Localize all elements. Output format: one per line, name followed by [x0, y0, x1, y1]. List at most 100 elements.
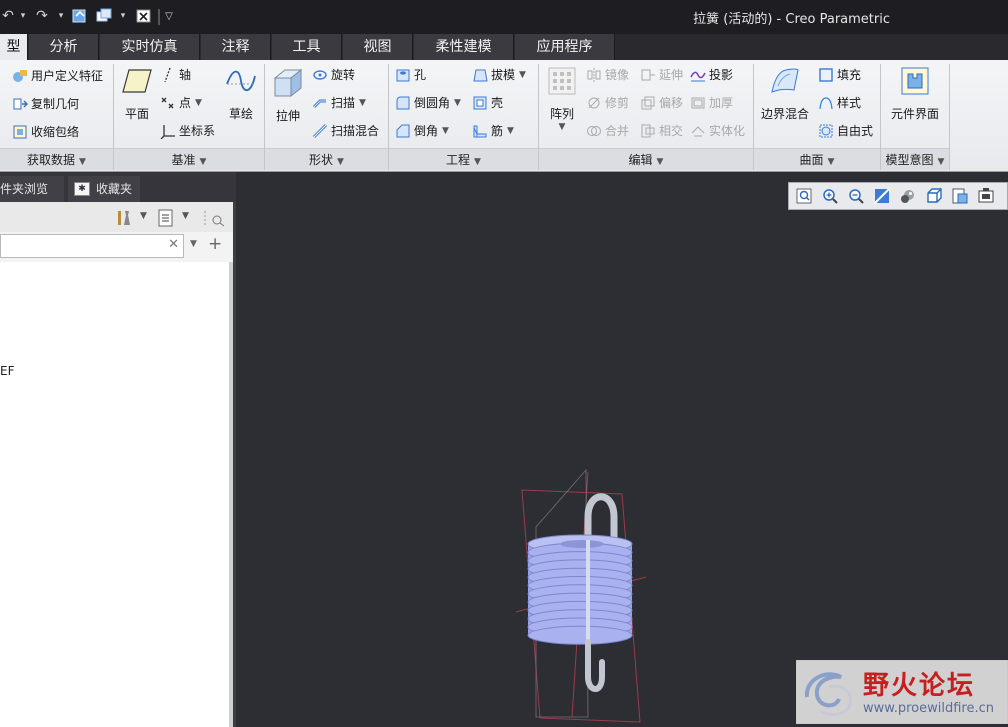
tab-analysis[interactable]: 分析 — [29, 34, 99, 60]
chevron-down-icon: ▼ — [79, 157, 86, 167]
tab-tools[interactable]: 工具 — [272, 34, 342, 60]
tree-item-label[interactable]: EF — [0, 364, 14, 378]
engineering-group-label: 工程 — [446, 153, 471, 167]
navigator-search-input[interactable]: ✕ — [0, 234, 184, 258]
windows-icon[interactable] — [94, 6, 114, 26]
sketch-button[interactable]: 草绘 — [222, 66, 260, 122]
tab-annotate[interactable]: 注释 — [201, 34, 271, 60]
tab-live-simulation[interactable]: 实时仿真 — [100, 34, 200, 60]
swept-blend-icon — [312, 123, 328, 138]
perspective-view-icon[interactable] — [975, 185, 997, 207]
merge-button[interactable]: 合并 — [586, 122, 629, 139]
display-style-icon[interactable] — [897, 185, 919, 207]
sweep-button[interactable]: 扫描 ▼ — [312, 94, 366, 111]
fill-label: 填充 — [837, 68, 862, 82]
datum-plane-button[interactable]: 平面 — [118, 66, 156, 122]
style-button[interactable]: 样式 — [818, 94, 861, 111]
component-interface-button[interactable]: 元件界面 — [884, 66, 946, 122]
component-interface-label: 元件界面 — [890, 107, 939, 121]
boundary-blend-button[interactable]: 边界混合 — [758, 66, 812, 122]
tab-model[interactable]: 型 — [0, 34, 28, 60]
hole-button[interactable]: 孔 — [395, 66, 426, 83]
surfaces-group-footer[interactable]: 曲面 ▼ — [754, 148, 880, 170]
datum-axis-button[interactable]: 轴 — [160, 66, 191, 83]
chevron-down-icon[interactable]: ▼ — [140, 211, 147, 221]
refit-icon[interactable] — [793, 185, 815, 207]
redo-dropdown-icon[interactable]: ▾ — [56, 6, 66, 26]
forum-url: www.proewildfire.cn — [863, 701, 994, 716]
zoom-out-icon[interactable] — [845, 185, 867, 207]
shapes-group-footer[interactable]: 形状 ▼ — [265, 148, 388, 170]
swept-blend-button[interactable]: 扫描混合 — [312, 122, 379, 139]
show-list-icon[interactable] — [158, 209, 174, 230]
clear-search-icon[interactable]: ✕ — [168, 237, 179, 252]
sweep-icon — [312, 99, 326, 108]
redo-icon[interactable]: ↷ — [34, 6, 50, 26]
extrude-button[interactable]: 拉伸 — [268, 66, 308, 124]
saved-orientations-icon[interactable] — [923, 185, 945, 207]
datum-csys-button[interactable]: 坐标系 — [160, 122, 215, 139]
shrinkwrap-button[interactable]: 收缩包络 — [12, 123, 79, 140]
extrude-icon — [273, 68, 303, 98]
rib-button[interactable]: 筋 ▼ — [472, 122, 514, 139]
project-button[interactable]: 投影 — [690, 66, 733, 83]
regenerate-icon[interactable] — [70, 6, 90, 26]
get-data-group-footer[interactable]: 获取数据 ▼ — [0, 148, 113, 170]
copy-geometry-button[interactable]: 复制几何 — [12, 95, 79, 112]
pattern-button[interactable]: 阵列 ▼ — [544, 66, 580, 132]
tab-folder-browser[interactable]: 件夹浏览器 — [0, 176, 64, 222]
windows-dropdown-icon[interactable]: ▾ — [118, 6, 128, 26]
close-window-icon[interactable] — [134, 6, 154, 26]
mirror-button[interactable]: 镜像 — [586, 66, 629, 83]
tab-view[interactable]: 视图 — [343, 34, 413, 60]
engineering-group-footer[interactable]: 工程 ▼ — [389, 148, 538, 170]
offset-button[interactable]: 偏移 — [640, 94, 683, 111]
shell-button[interactable]: 壳 — [472, 94, 503, 111]
search-dropdown-icon[interactable]: ▼ — [190, 239, 197, 249]
freestyle-button[interactable]: 自由式 — [818, 122, 873, 139]
fill-button[interactable]: 填充 — [818, 66, 861, 83]
datum-point-button[interactable]: 点 ▼ — [160, 94, 202, 111]
folder-tree[interactable]: EF — [0, 262, 229, 727]
title-bar: ↶ ▾ ↷ ▾ ▾ ▽ 拉簧 (活动的) - Creo Parametric — [0, 0, 1008, 34]
undo-icon[interactable]: ↶ — [0, 6, 16, 26]
view-manager-icon[interactable] — [949, 185, 971, 207]
draft-button[interactable]: 拔模 ▼ — [472, 66, 526, 83]
round-button[interactable]: 倒圆角 ▼ — [395, 94, 461, 111]
solidify-label: 实体化 — [709, 124, 746, 138]
spring-coil — [527, 625, 633, 645]
axis-icon — [164, 67, 171, 82]
window-title: 拉簧 (活动的) - Creo Parametric — [693, 12, 890, 27]
tab-applications[interactable]: 应用程序 — [515, 34, 615, 60]
trim-icon — [588, 97, 600, 108]
thicken-button[interactable]: 加厚 — [690, 94, 733, 111]
datum-group-footer[interactable]: 基准 ▼ — [114, 148, 264, 170]
forum-title: 野火论坛 — [863, 671, 976, 701]
tab-flexible-modeling[interactable]: 柔性建模 — [414, 34, 514, 60]
chamfer-button[interactable]: 倒角 ▼ — [395, 122, 449, 139]
chevron-down-icon[interactable]: ▼ — [182, 211, 189, 221]
navigator-panel: 件夹浏览器 收藏夹 ✱ ▼ ▼ ✕ ▼ + EF — [0, 172, 236, 727]
undo-dropdown-icon[interactable]: ▾ — [18, 6, 28, 26]
zoom-in-icon[interactable] — [819, 185, 841, 207]
revolve-button[interactable]: 旋转 — [312, 66, 355, 83]
freestyle-label: 自由式 — [837, 124, 874, 138]
settings-tools-icon[interactable] — [115, 209, 133, 230]
editing-group-footer[interactable]: 编辑 ▼ — [539, 148, 753, 170]
shrinkwrap-icon — [13, 125, 27, 138]
spring-top-hook — [584, 493, 618, 544]
spring-model[interactable] — [236, 172, 1008, 727]
model-intent-group-footer[interactable]: 模型意图 ▼ — [881, 148, 949, 170]
navigator-scrollbar[interactable] — [229, 262, 233, 727]
customize-toolbar-icon[interactable]: ▽ — [162, 6, 176, 26]
filter-icon[interactable] — [203, 209, 225, 230]
graphics-viewport[interactable] — [236, 172, 1008, 727]
add-icon[interactable]: + — [208, 234, 222, 254]
extend-button[interactable]: 延伸 — [640, 66, 683, 83]
solidify-button[interactable]: 实体化 — [690, 122, 745, 139]
repaint-icon[interactable] — [871, 185, 893, 207]
user-defined-feature-button[interactable]: 用户定义特征 — [12, 67, 103, 84]
graphics-toolbar — [788, 182, 1008, 210]
intersect-button[interactable]: 相交 — [640, 122, 683, 139]
trim-button[interactable]: 修剪 — [586, 94, 629, 111]
